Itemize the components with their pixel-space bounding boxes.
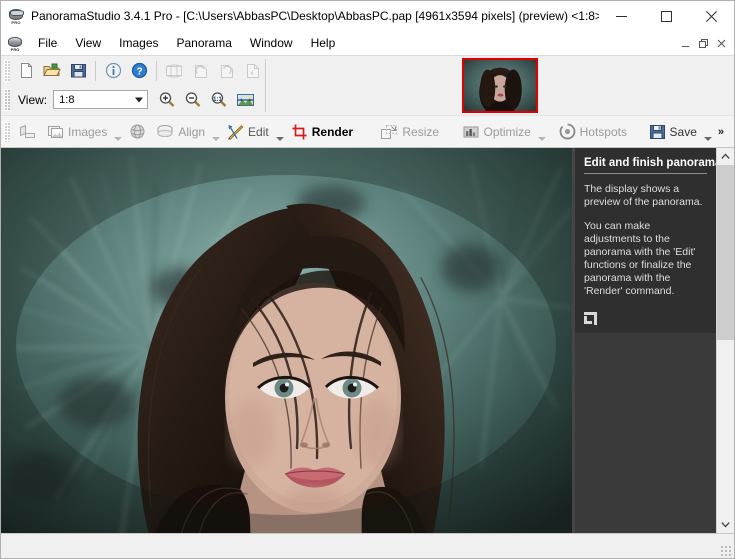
ribbon-optimize-label: Optimize [483, 124, 531, 139]
ribbon-align-label: Align [178, 124, 206, 139]
view-zoom-combobox[interactable]: 1:8 [53, 90, 149, 109]
ribbon-save-label: Save [669, 124, 697, 139]
toolbar-grip-handle[interactable] [4, 59, 10, 82]
toolbar-zone: ? View: 1:8 1:1 [1, 55, 734, 115]
ribbon-edit-label: Edit [248, 124, 269, 139]
window-controls [599, 1, 734, 31]
menu-help[interactable]: Help [302, 33, 345, 53]
scroll-up-button[interactable] [717, 148, 734, 165]
ribbon-images-icon-only[interactable] [13, 119, 42, 145]
view-zoom-value: 1:8 [59, 93, 75, 106]
document-app-icon: PRO [7, 35, 23, 52]
toolbar-help[interactable]: ? [126, 59, 152, 83]
work-area: Edit and finish panorama The display sho… [1, 148, 734, 533]
ribbon-render-label: Render [311, 124, 354, 139]
svg-text:?: ? [136, 66, 142, 77]
toolbar-separator [95, 60, 96, 81]
expand-panel-icon[interactable] [584, 312, 597, 325]
ribbon-resize-label: Resize [402, 124, 440, 139]
help-paragraph-1: The display shows a preview of the panor… [584, 183, 703, 208]
ribbon-grip-handle[interactable] [4, 121, 10, 142]
toolbar-info[interactable] [100, 59, 126, 83]
menu-file[interactable]: File [29, 33, 66, 53]
view-label: View: [18, 92, 48, 107]
ribbon-optimize[interactable]: Optimize [458, 119, 536, 145]
status-bar [1, 533, 734, 558]
ribbon-overflow-button[interactable]: » [714, 124, 728, 140]
ribbon-align[interactable]: Align [151, 119, 210, 145]
ribbon-render[interactable]: Render [286, 119, 358, 145]
menu-panorama[interactable]: Panorama [168, 33, 241, 53]
toolbar-stitch[interactable] [161, 59, 187, 83]
window-title: PanoramaStudio 3.4.1 Pro - [C:\Users\Abb… [31, 9, 599, 23]
close-button[interactable] [689, 1, 734, 31]
toolbar-flip[interactable] [239, 59, 265, 83]
help-panel-title: Edit and finish panorama [584, 157, 721, 174]
application-window: PRO PanoramaStudio 3.4.1 Pro - [C:\Users… [0, 0, 735, 559]
side-panel: Edit and finish panorama The display sho… [575, 148, 721, 533]
ribbon-hotspots[interactable]: Hotspots [554, 119, 632, 145]
ribbon-images[interactable]: Images [42, 119, 112, 145]
toolbar-separator-2 [156, 60, 157, 81]
ribbon-toolbar: Images Align Edit Render Resize Optimize… [1, 115, 734, 148]
panorama-canvas[interactable] [1, 148, 575, 533]
window-resize-grip[interactable] [720, 545, 732, 557]
document-icon-badge: PRO [10, 47, 20, 52]
toolbar-save[interactable] [65, 59, 91, 83]
panorama-thumbnail-preview[interactable] [462, 58, 538, 113]
vertical-scrollbar[interactable] [716, 148, 734, 533]
title-bar: PRO PanoramaStudio 3.4.1 Pro - [C:\Users… [1, 1, 734, 31]
scrollbar-thumb[interactable] [717, 165, 734, 340]
ribbon-save[interactable]: Save [644, 119, 702, 145]
zoom-actual-size-button[interactable]: 1:1 [206, 88, 232, 112]
toolbar-open[interactable] [39, 59, 65, 83]
minimize-button[interactable] [599, 1, 644, 31]
fit-to-window-button[interactable] [232, 88, 258, 112]
toolbar-rotate-right[interactable] [213, 59, 239, 83]
thumbnail-zone [266, 56, 734, 115]
maximize-button[interactable] [644, 1, 689, 31]
menu-bar: PRO File View Images Panorama Window Hel… [1, 31, 734, 55]
help-paragraph-2: You can make adjustments to the panorama… [584, 220, 696, 297]
app-icon-badge: PRO [8, 20, 24, 25]
zoom-out-button[interactable] [180, 88, 206, 112]
menu-view[interactable]: View [66, 33, 110, 53]
panorama-pro-icon: PRO [8, 8, 24, 25]
ribbon-edit-dropdown[interactable] [274, 119, 286, 145]
ribbon-resize[interactable]: Resize [375, 119, 444, 145]
mdi-restore-button[interactable] [694, 35, 712, 52]
ribbon-images-label: Images [68, 124, 108, 139]
mdi-window-controls [676, 35, 734, 52]
menu-window[interactable]: Window [241, 33, 302, 53]
view-toolbar-grip-handle[interactable] [4, 88, 10, 111]
scroll-down-button[interactable] [717, 516, 734, 533]
panorama-preview-image [1, 148, 572, 533]
ribbon-globe[interactable] [124, 119, 151, 145]
ribbon-edit[interactable]: Edit [222, 119, 274, 145]
menu-images[interactable]: Images [110, 33, 167, 53]
mdi-close-button[interactable] [712, 35, 730, 52]
toolbar-new[interactable] [13, 59, 39, 83]
ribbon-optimize-dropdown[interactable] [536, 119, 548, 145]
scrollbar-track[interactable] [717, 165, 734, 516]
ribbon-save-dropdown[interactable] [702, 119, 714, 145]
view-toolbar: View: 1:8 1:1 [1, 85, 265, 114]
mdi-minimize-button[interactable] [676, 35, 694, 52]
chevron-down-icon [135, 97, 144, 102]
file-toolbar: ? [1, 56, 265, 85]
zoom-in-button[interactable] [154, 88, 180, 112]
ribbon-align-dropdown[interactable] [210, 119, 222, 145]
toolbar-left-group: ? View: 1:8 1:1 [1, 56, 265, 115]
toolbar-rotate-left[interactable] [187, 59, 213, 83]
ribbon-images-dropdown[interactable] [112, 119, 124, 145]
help-box: Edit and finish panorama The display sho… [575, 148, 721, 333]
ribbon-hotspots-label: Hotspots [579, 124, 627, 139]
